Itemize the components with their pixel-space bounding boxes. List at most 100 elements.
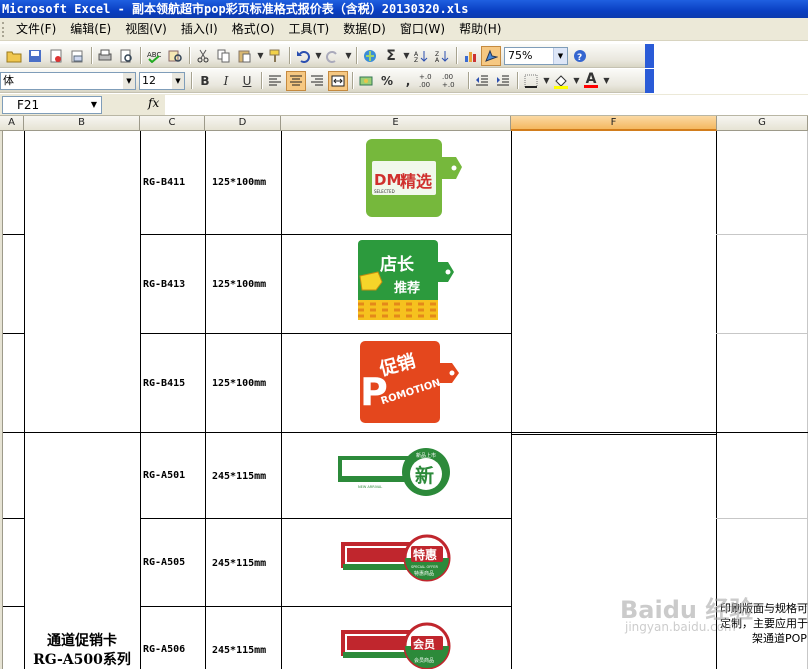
font-size-select[interactable]: 12 [139,71,185,90]
format-painter-icon[interactable] [265,46,285,66]
toolbar-options-icon[interactable] [645,68,654,93]
image-label-jingxuan: 精选 [400,172,432,191]
zoom-select[interactable]: 75% [504,46,568,65]
product-code: RG-A505 [143,557,186,568]
menu-file[interactable]: 文件(F) [9,18,63,41]
research-icon[interactable] [165,46,185,66]
menu-data[interactable]: 数据(D) [336,18,393,41]
fill-color-icon[interactable] [551,71,571,91]
grid-line [3,606,24,607]
svg-text:Z: Z [414,57,418,63]
copy-icon[interactable] [214,46,234,66]
menu-format[interactable]: 格式(O) [225,18,282,41]
cut-icon[interactable] [193,46,213,66]
worksheet-grid[interactable]: A B C D E F G RG-B411 125*100mm RG-B413 … [0,116,808,669]
product-size: 245*115mm [212,471,267,482]
menu-help[interactable]: 帮助(H) [452,18,508,41]
increase-decimal-button[interactable]: +.0 .00 [419,71,441,91]
spelling-icon[interactable]: ABC [144,46,164,66]
currency-icon[interactable] [356,71,376,91]
font-color-button[interactable]: A [581,71,601,91]
decrease-decimal-button[interactable]: .00 +.0 [442,71,464,91]
undo-icon[interactable] [293,46,313,66]
toolbar-separator [261,72,262,89]
product-image-special-offer[interactable]: 特惠 SPECIAL OFFER 特惠商品 [341,534,451,582]
paste-icon[interactable] [235,46,255,66]
align-left-icon[interactable] [265,71,285,91]
font-color-label: A [585,71,597,87]
grid-line [140,234,511,235]
chart-wizard-icon[interactable] [460,46,480,66]
font-name-select[interactable]: 体 [0,71,136,90]
drawing-icon[interactable] [481,45,501,66]
toolbar-options-icon[interactable] [645,43,654,68]
image-label-special-offer: SPECIAL OFFER [411,565,438,569]
merge-center-icon[interactable] [328,70,348,91]
permission-icon[interactable] [46,46,66,66]
product-image-manager-recommend[interactable]: 店长 推荐 [356,238,458,322]
italic-button[interactable]: I [216,71,236,91]
increase-indent-icon[interactable] [493,71,513,91]
decrease-indent-icon[interactable] [472,71,492,91]
product-size: 125*100mm [212,279,267,290]
row-header-strip[interactable] [0,131,3,669]
menu-view[interactable]: 视图(V) [118,18,174,41]
column-header-d[interactable]: D [205,116,281,131]
image-label-tehui: 特惠 [413,547,437,562]
align-center-icon[interactable] [286,70,306,91]
menu-tools[interactable]: 工具(T) [282,18,337,41]
product-image-member[interactable]: 会员 会员商品 [341,622,451,669]
product-size: 125*100mm [212,177,267,188]
borders-icon[interactable] [521,71,541,91]
percent-button[interactable]: % [377,71,397,91]
column-header-g[interactable]: G [717,116,808,131]
grid-line [511,131,512,669]
series-label-line2: RG-A500系列 [33,652,131,668]
name-box[interactable]: F21 ▼ [2,96,102,114]
grid-line [716,518,808,519]
column-header-b[interactable]: B [24,116,140,131]
product-image-new-arrival[interactable]: 新 新品上市 NEW ARRIVAL [338,446,456,496]
column-header-a[interactable]: A [0,116,24,131]
grid-line [140,131,141,669]
hyperlink-icon[interactable] [360,46,380,66]
column-header-c[interactable]: C [140,116,205,131]
image-label-tuijian: 推荐 [394,280,420,296]
undo-dropdown-icon[interactable]: ▼ [314,46,323,66]
insert-function-button[interactable]: fx [148,96,159,110]
image-label-xinpin: 新品上市 [416,452,436,459]
align-right-icon[interactable] [307,71,327,91]
name-box-dropdown-icon[interactable]: ▼ [91,97,97,113]
grid-line [140,606,511,607]
menu-edit[interactable]: 编辑(E) [63,18,118,41]
save-icon[interactable] [25,46,45,66]
sort-ascending-icon[interactable]: AZ [411,46,431,66]
print-icon[interactable] [95,46,115,66]
autosum-dropdown-icon[interactable]: ▼ [402,46,411,66]
column-header-e[interactable]: E [281,116,511,131]
autosum-icon[interactable]: Σ [381,46,401,66]
menu-insert[interactable]: 插入(I) [174,18,225,41]
column-header-f[interactable]: F [511,116,717,131]
email-icon[interactable] [67,46,87,66]
comma-button[interactable]: , [398,71,418,91]
sort-descending-icon[interactable]: ZA [432,46,452,66]
print-preview-icon[interactable] [116,46,136,66]
bold-button[interactable]: B [195,71,215,91]
product-size: 245*115mm [212,558,267,569]
help-icon[interactable]: ? [570,46,590,66]
product-image-promotion[interactable]: P 促销 ROMOTION [358,339,462,425]
open-folder-icon[interactable] [4,46,24,66]
font-color-dropdown-icon[interactable]: ▼ [602,71,611,91]
redo-icon[interactable] [323,46,343,66]
grid-line [24,131,25,669]
paste-dropdown-icon[interactable]: ▼ [256,46,265,66]
fill-color-dropdown-icon[interactable]: ▼ [572,71,581,91]
borders-dropdown-icon[interactable]: ▼ [542,71,551,91]
toolbar-separator [456,47,457,64]
formula-input[interactable] [165,95,808,115]
underline-button[interactable]: U [237,71,257,91]
redo-dropdown-icon[interactable]: ▼ [344,46,353,66]
product-image-dm-selected[interactable]: DM 精选 SELECTED [364,137,464,220]
menu-window[interactable]: 窗口(W) [393,18,452,41]
